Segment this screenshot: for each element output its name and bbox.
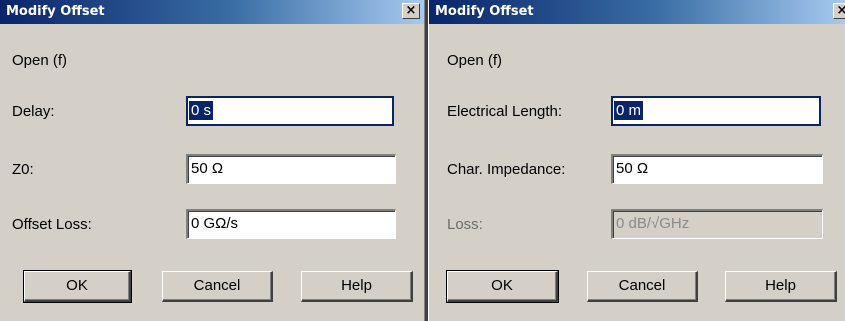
ok-button[interactable]: OK [446,270,559,303]
dialog-title: Modify Offset [6,4,105,19]
char-impedance-label: Char. Impedance: [447,161,566,178]
delay-value: 0 s [189,101,214,120]
loss-input: 0 dB/√GHz [611,209,823,239]
title-bar[interactable]: Modify Offset × [0,0,424,24]
modify-offset-dialog-electrical-length: Modify Offset × Open (f) Electrical Leng… [428,0,845,321]
z0-label: Z0: [12,161,34,178]
help-button[interactable]: Help [301,271,413,302]
delay-input[interactable]: 0 s [186,96,394,126]
close-icon: × [405,3,417,18]
char-impedance-input[interactable]: 50 Ω [611,154,823,184]
electrical-length-label: Electrical Length: [447,103,563,120]
dialog-title: Modify Offset [435,4,534,19]
offset-loss-input[interactable]: 0 GΩ/s [186,209,396,239]
close-button[interactable]: × [402,3,420,19]
modify-offset-dialog-delay: Modify Offset × Open (f) Delay: 0 s Z0: … [0,0,425,321]
close-icon: × [836,3,845,18]
title-bar[interactable]: Modify Offset × [429,0,845,24]
close-button[interactable]: × [833,3,845,19]
cancel-button[interactable]: Cancel [162,271,273,302]
cancel-button[interactable]: Cancel [587,271,698,302]
offset-loss-label: Offset Loss: [12,216,92,233]
loss-label: Loss: [447,216,483,233]
standard-name: Open (f) [447,52,503,69]
z0-input[interactable]: 50 Ω [186,154,396,184]
ok-button[interactable]: OK [23,270,132,303]
electrical-length-input[interactable]: 0 m [611,96,821,126]
help-button[interactable]: Help [725,271,837,302]
standard-name: Open (f) [12,52,68,69]
delay-label: Delay: [12,103,55,120]
electrical-length-value: 0 m [614,101,644,120]
